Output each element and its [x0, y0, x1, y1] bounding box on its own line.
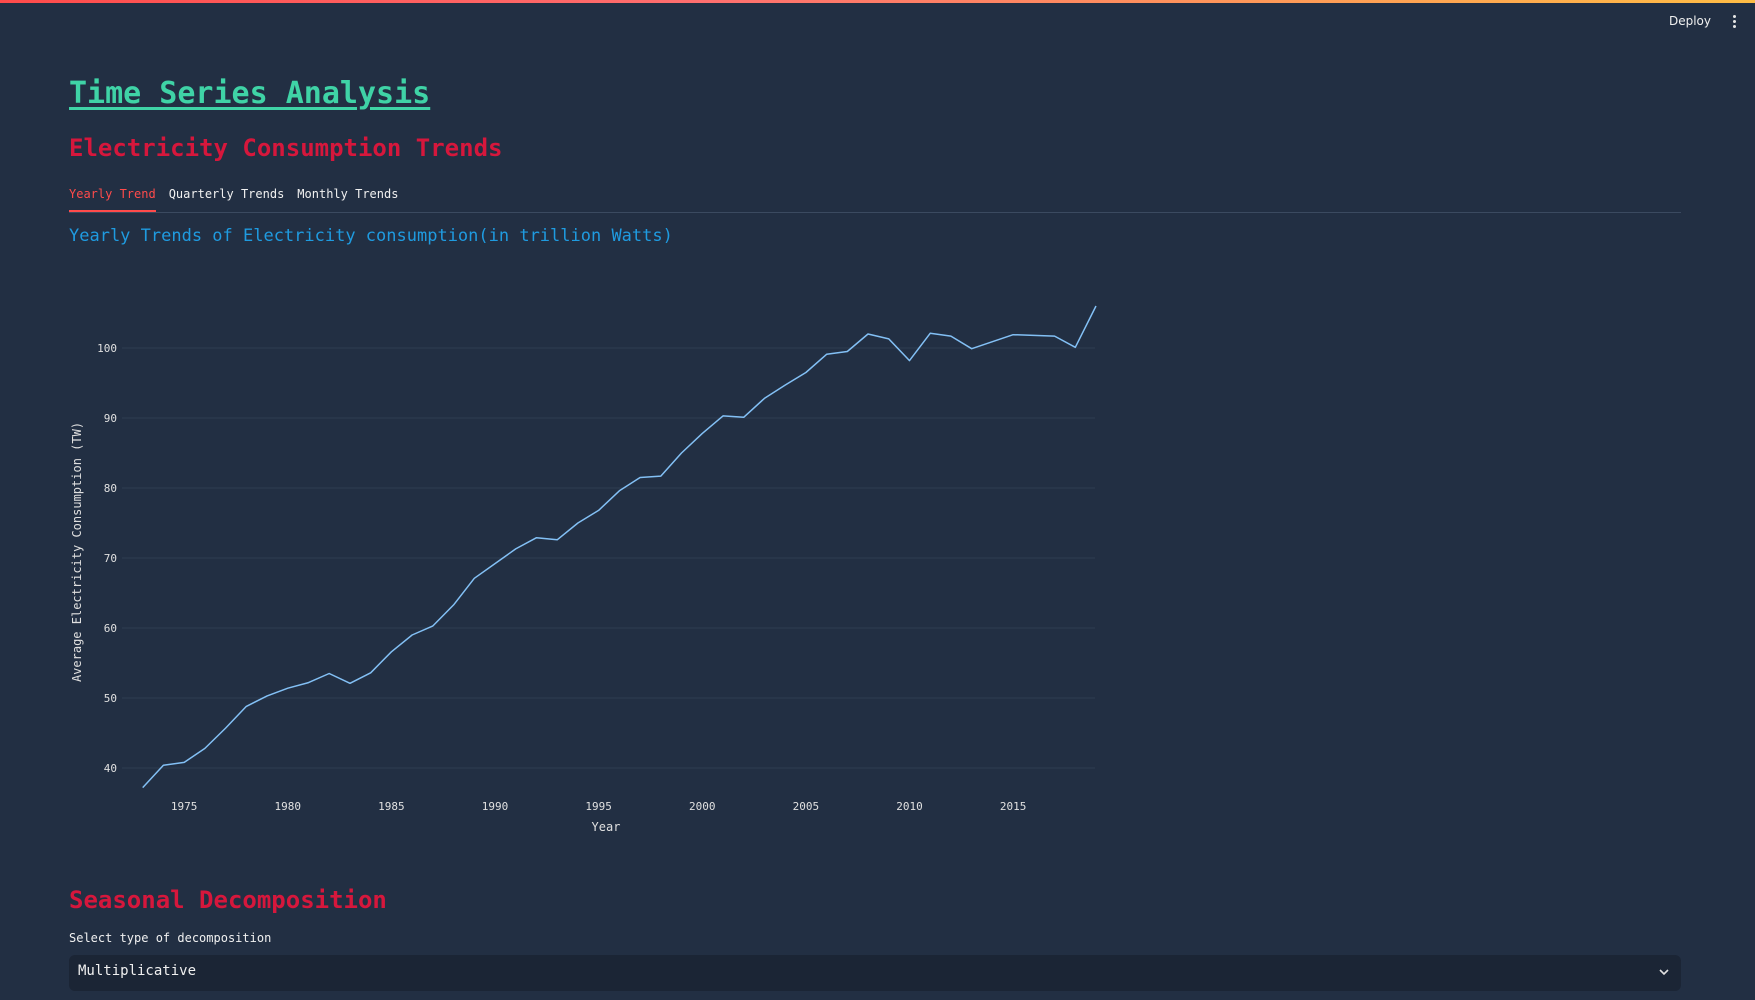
data-point [472, 576, 477, 581]
data-point [596, 508, 601, 513]
y-axis-title: Average Electricity Consumption (TW) [70, 422, 84, 682]
y-tick-label: 60 [104, 622, 117, 635]
section-title-seasonal-decomposition: Seasonal Decomposition [69, 886, 387, 914]
y-tick-label: 40 [104, 762, 117, 775]
data-point [617, 488, 622, 493]
x-tick-label: 1980 [275, 800, 302, 813]
x-tick-label: 1990 [482, 800, 509, 813]
data-point [1073, 345, 1078, 350]
data-point [389, 649, 394, 654]
data-point [1052, 334, 1057, 339]
x-tick-label: 2000 [689, 800, 716, 813]
data-point [285, 686, 290, 691]
decomposition-select[interactable]: Multiplicative [69, 955, 1681, 991]
chevron-down-icon[interactable] [1659, 967, 1669, 977]
x-tick-label: 2010 [896, 800, 923, 813]
data-point [824, 352, 829, 357]
data-point [720, 413, 725, 418]
x-tick-label: 2015 [1000, 800, 1027, 813]
decomposition-selected-value: Multiplicative [78, 963, 197, 979]
data-point [327, 671, 332, 676]
data-point [783, 383, 788, 388]
data-point [575, 521, 580, 526]
data-point [265, 693, 270, 698]
data-point [534, 535, 539, 540]
data-point [866, 332, 871, 337]
y-tick-label: 80 [104, 482, 117, 495]
data-point [990, 339, 995, 344]
data-point [493, 561, 498, 566]
data-point [907, 358, 912, 363]
data-point [223, 726, 228, 731]
data-point [244, 704, 249, 709]
data-point [1031, 333, 1036, 338]
yearly-trend-chart: 40 50 60 70 80 90 100 1975 1980 1985 1990 1995 2000 2… [70, 304, 1099, 834]
series-line [142, 305, 1097, 789]
y-tick-label: 70 [104, 552, 117, 565]
x-tick-label: 1995 [585, 800, 612, 813]
data-point [700, 431, 705, 436]
y-tick-label: 90 [104, 412, 117, 425]
data-point [845, 349, 850, 354]
data-point [658, 474, 663, 479]
decomposition-select-label: Select type of decomposition [69, 931, 272, 945]
data-point [140, 785, 145, 790]
data-point [638, 475, 643, 480]
data-point [886, 336, 891, 341]
data-point [202, 746, 207, 751]
x-tick-label: 1985 [378, 800, 405, 813]
y-tick-label: 100 [97, 342, 117, 355]
data-point [430, 623, 435, 628]
data-point [1011, 332, 1016, 337]
data-point [555, 537, 560, 542]
x-tick-label: 2005 [793, 800, 820, 813]
data-point [928, 331, 933, 336]
data-point [161, 763, 166, 768]
data-point [347, 681, 352, 686]
data-point [513, 546, 518, 551]
data-point [969, 346, 974, 351]
data-point [1094, 304, 1099, 309]
data-point [948, 334, 953, 339]
kebab-menu-icon[interactable] [1727, 12, 1741, 30]
data-point [762, 396, 767, 401]
data-point [679, 451, 684, 456]
data-point [451, 602, 456, 607]
x-tick-label: 1975 [171, 800, 198, 813]
data-point [741, 415, 746, 420]
data-point [803, 370, 808, 375]
data-point [368, 670, 373, 675]
data-point [410, 633, 415, 638]
data-point [306, 680, 311, 685]
y-tick-label: 50 [104, 692, 117, 705]
data-point [182, 760, 187, 765]
x-axis-title: Year [592, 820, 621, 834]
